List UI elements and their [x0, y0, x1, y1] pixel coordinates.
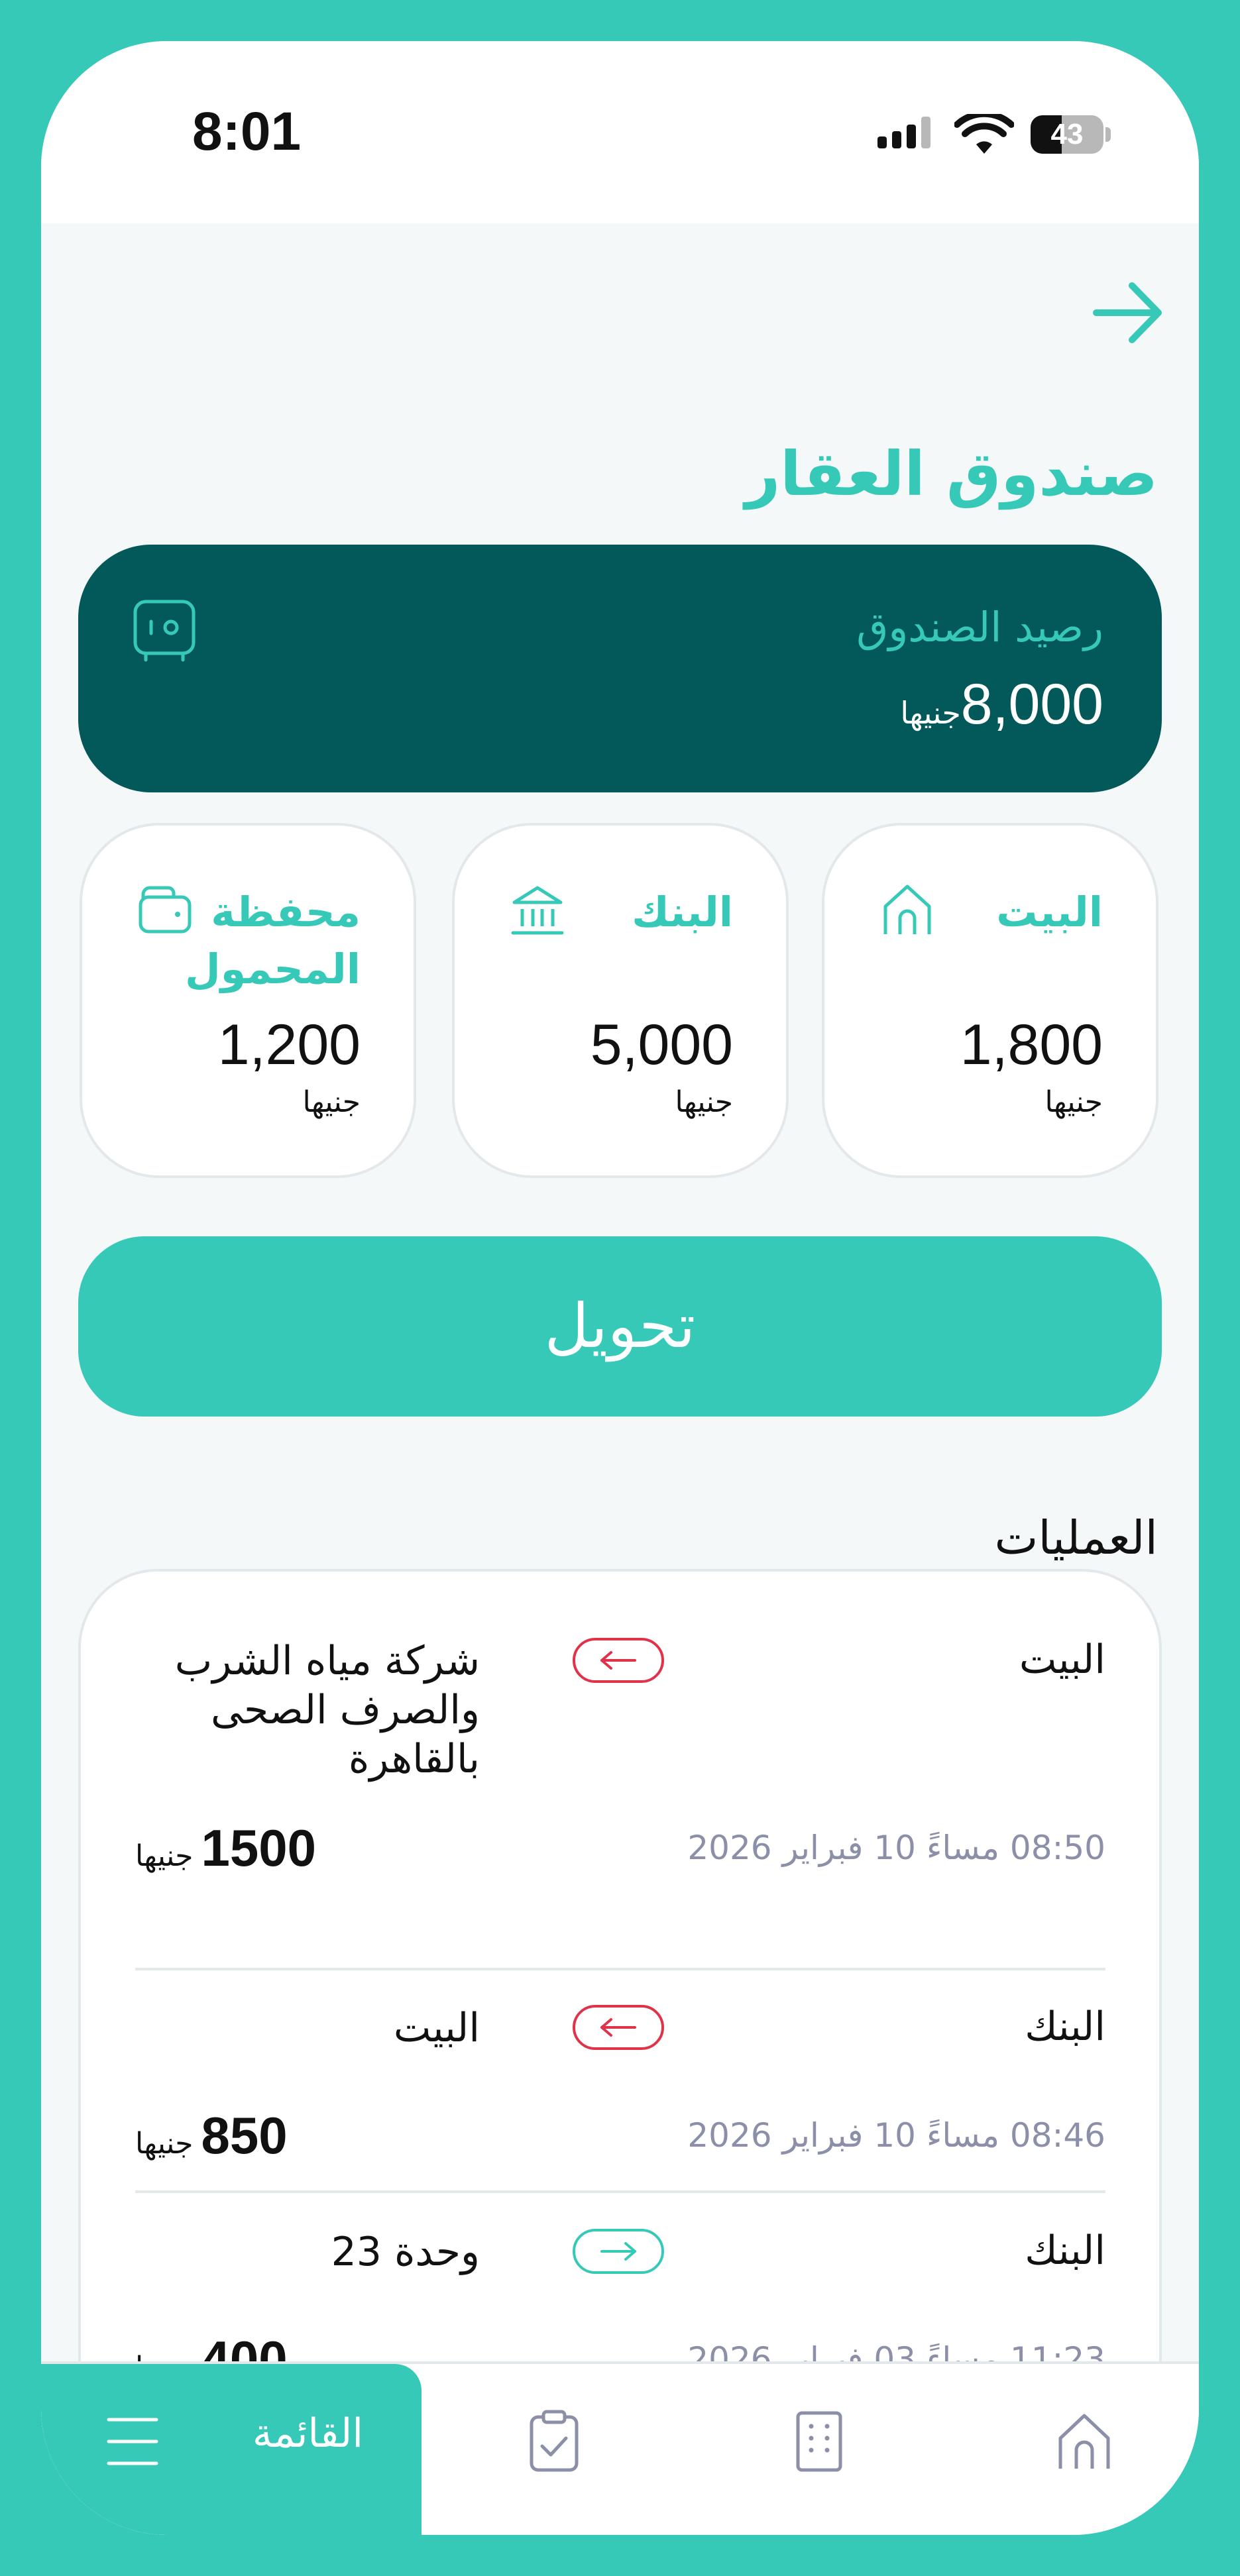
balance-label: رصيد الصندوق — [856, 603, 1103, 651]
balance-value: 8,000جنيها — [888, 672, 1103, 737]
nav-menu-tab[interactable]: القائمة — [41, 2364, 422, 2535]
operation-from: البنك — [1025, 2004, 1105, 2050]
phone-screen: 8:01 43 صندوق العقار رصيد الصندوق 8,000ج… — [41, 41, 1199, 2535]
operation-to: البيت — [393, 2005, 480, 2051]
operation-date: 08:50 مساءً 10 فبراير 2026 — [687, 1829, 1105, 1867]
safe-icon — [133, 600, 196, 662]
wallet-unit: جنيها — [1044, 1085, 1103, 1119]
operation-amount: 1500جنيها — [135, 1818, 316, 1878]
battery-icon: 43 — [1031, 115, 1103, 154]
operation-row[interactable]: البيت شركة مياه الشرب والصرف الصحى بالقا… — [135, 1637, 1105, 1877]
operation-amount-value: 1500 — [201, 1819, 316, 1877]
wallet-unit: جنيها — [675, 1085, 733, 1119]
arrow-right-icon — [573, 2229, 664, 2274]
fund-balance-card: رصيد الصندوق 8,000جنيها — [78, 545, 1162, 792]
operations-title: العمليات — [994, 1511, 1158, 1565]
operation-row[interactable]: البنك البيت 08:46 مساءً 10 فبراير 2026 8… — [135, 2004, 1105, 2176]
home-icon[interactable] — [1052, 2409, 1116, 2473]
balance-unit: جنيها — [900, 695, 961, 731]
wallet-name: البنك — [632, 888, 733, 936]
menu-icon — [107, 2418, 158, 2465]
operation-amount: 850جنيها — [135, 2106, 288, 2166]
page-title: صندوق العقار — [745, 439, 1158, 510]
operations-list: البيت شركة مياه الشرب والصرف الصحى بالقا… — [78, 1569, 1162, 2388]
tasks-icon[interactable] — [522, 2409, 586, 2473]
operation-from: البيت — [1019, 1637, 1105, 1683]
arrow-right-icon[interactable] — [1088, 276, 1168, 349]
nav-menu-label: القائمة — [252, 2410, 363, 2457]
bottom-navigation: القائمة — [41, 2361, 1199, 2535]
wallet-card-mobile[interactable]: محفظة المحمول 1,200 جنيها — [80, 823, 416, 1178]
wallet-name: البيت — [996, 888, 1103, 936]
operation-amount-value: 850 — [201, 2106, 288, 2165]
balance-amount: 8,000 — [960, 672, 1103, 736]
arrow-left-icon — [573, 2005, 664, 2050]
arrow-left-icon — [573, 1638, 664, 1683]
status-time: 8:01 — [192, 101, 302, 162]
divider — [135, 1968, 1105, 1970]
wallet-name: محفظة المحمول — [184, 888, 361, 993]
wallet-card-bank[interactable]: البنك 5,000 جنيها — [452, 823, 789, 1178]
operation-from: البنك — [1025, 2227, 1105, 2274]
operation-date: 08:46 مساءً 10 فبراير 2026 — [687, 2116, 1105, 2155]
operation-to: وحدة 23 — [331, 2229, 480, 2275]
wallet-value: 1,200 — [217, 1013, 361, 1077]
battery-percent: 43 — [1050, 118, 1084, 150]
cellular-signal-icon — [877, 117, 944, 156]
wallet-card-home[interactable]: البيت 1,800 جنيها — [822, 823, 1158, 1178]
divider — [135, 2190, 1105, 2193]
wifi-icon — [954, 114, 1014, 154]
wallet-value: 1,800 — [960, 1013, 1103, 1077]
operation-to: شركة مياه الشرب والصرف الصحى بالقاهرة — [174, 1638, 480, 1782]
wallet-value: 5,000 — [590, 1013, 733, 1077]
transfer-button[interactable]: تحويل — [78, 1236, 1162, 1417]
operation-amount-unit: جنيها — [135, 2127, 194, 2161]
building-icon[interactable] — [787, 2409, 851, 2473]
operation-amount-unit: جنيها — [135, 1839, 194, 1873]
status-bar: 8:01 43 — [41, 41, 1199, 223]
wallet-unit: جنيها — [302, 1085, 361, 1119]
